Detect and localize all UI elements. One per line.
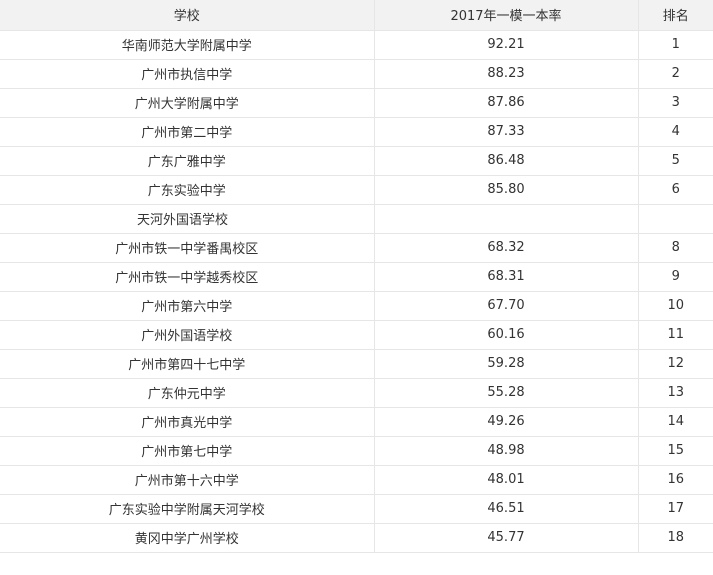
table-row: 广州外国语学校 60.16 11 — [0, 320, 713, 350]
rate-cell: 92.21 — [374, 30, 639, 60]
rank-cell: 11 — [638, 320, 713, 350]
school-cell: 华南师范大学附属中学 — [0, 30, 375, 60]
table-row: 广州市第二中学 87.33 4 — [0, 117, 713, 147]
rank-cell: 14 — [638, 407, 713, 437]
rank-cell: 16 — [638, 465, 713, 495]
rate-cell: 85.80 — [374, 175, 639, 205]
rate-cell: 88.23 — [374, 59, 639, 89]
rate-cell: 45.77 — [374, 523, 639, 553]
table-header-row: 学校 2017年一模一本率 排名 — [0, 0, 713, 31]
rank-cell: 2 — [638, 59, 713, 89]
rate-cell: 68.32 — [374, 233, 639, 263]
school-cell: 广州大学附属中学 — [0, 88, 375, 118]
rank-cell: 13 — [638, 378, 713, 408]
table-row: 广州市真光中学 49.26 14 — [0, 407, 713, 437]
rate-cell: 87.86 — [374, 88, 639, 118]
rate-cell: 49.26 — [374, 407, 639, 437]
rank-cell: 12 — [638, 349, 713, 379]
table-row: 广州市第十六中学 48.01 16 — [0, 465, 713, 495]
table-row: 广州市铁一中学番禺校区 68.32 8 — [0, 233, 713, 263]
rate-cell: 59.28 — [374, 349, 639, 379]
school-cell: 广东实验中学附属天河学校 — [0, 494, 375, 524]
table-row: 广州市第四十七中学 59.28 12 — [0, 349, 713, 379]
table-row: 广州大学附属中学 87.86 3 — [0, 88, 713, 118]
rate-cell — [374, 204, 639, 234]
school-cell: 广州市第二中学 — [0, 117, 375, 147]
table-row: 广州市第六中学 67.70 10 — [0, 291, 713, 321]
rank-cell: 3 — [638, 88, 713, 118]
school-cell: 广州市真光中学 — [0, 407, 375, 437]
school-cell: 广州市第十六中学 — [0, 465, 375, 495]
school-cell: 广东仲元中学 — [0, 378, 375, 408]
rank-cell: 5 — [638, 146, 713, 176]
school-cell: 广州市第六中学 — [0, 291, 375, 321]
rate-cell: 86.48 — [374, 146, 639, 176]
rank-cell: 15 — [638, 436, 713, 466]
table-row: 华南师范大学附属中学 92.21 1 — [0, 30, 713, 60]
school-cell: 天河外国语学校 — [0, 204, 375, 234]
table-row: 广东实验中学附属天河学校 46.51 17 — [0, 494, 713, 524]
header-school: 学校 — [0, 0, 375, 31]
table-body: 华南师范大学附属中学 92.21 1 广州市执信中学 88.23 2 广州大学附属中学 87.… — [0, 30, 713, 553]
rate-cell: 60.16 — [374, 320, 639, 350]
school-cell: 黄冈中学广州学校 — [0, 523, 375, 553]
school-cell: 广州市铁一中学番禺校区 — [0, 233, 375, 263]
school-cell: 广州市第七中学 — [0, 436, 375, 466]
school-cell: 广东实验中学 — [0, 175, 375, 205]
table-row: 广州市执信中学 88.23 2 — [0, 59, 713, 89]
table-row: 广东广雅中学 86.48 5 — [0, 146, 713, 176]
rank-cell — [638, 204, 713, 234]
rank-cell: 4 — [638, 117, 713, 147]
rank-cell: 10 — [638, 291, 713, 321]
table-row: 广州市第七中学 48.98 15 — [0, 436, 713, 466]
rank-cell: 17 — [638, 494, 713, 524]
ranking-table: 学校 2017年一模一本率 排名 华南师范大学附属中学 92.21 1 广州市执信中学… — [0, 0, 713, 553]
rate-cell: 55.28 — [374, 378, 639, 408]
header-rate: 2017年一模一本率 — [374, 0, 639, 31]
rate-cell: 87.33 — [374, 117, 639, 147]
table-row: 广州市铁一中学越秀校区 68.31 9 — [0, 262, 713, 292]
rate-cell: 68.31 — [374, 262, 639, 292]
school-cell: 广州市铁一中学越秀校区 — [0, 262, 375, 292]
school-cell: 广东广雅中学 — [0, 146, 375, 176]
school-cell: 广州市执信中学 — [0, 59, 375, 89]
table-row: 天河外国语学校 — [0, 204, 713, 234]
rate-cell: 67.70 — [374, 291, 639, 321]
rate-cell: 48.01 — [374, 465, 639, 495]
school-cell: 广州市第四十七中学 — [0, 349, 375, 379]
table-row: 黄冈中学广州学校 45.77 18 — [0, 523, 713, 553]
school-cell: 广州外国语学校 — [0, 320, 375, 350]
rank-cell: 18 — [638, 523, 713, 553]
table-row: 广东仲元中学 55.28 13 — [0, 378, 713, 408]
rank-cell: 1 — [638, 30, 713, 60]
rank-cell: 8 — [638, 233, 713, 263]
header-rank: 排名 — [638, 0, 713, 31]
rank-cell: 9 — [638, 262, 713, 292]
table-row: 广东实验中学 85.80 6 — [0, 175, 713, 205]
rank-cell: 6 — [638, 175, 713, 205]
rate-cell: 46.51 — [374, 494, 639, 524]
rate-cell: 48.98 — [374, 436, 639, 466]
